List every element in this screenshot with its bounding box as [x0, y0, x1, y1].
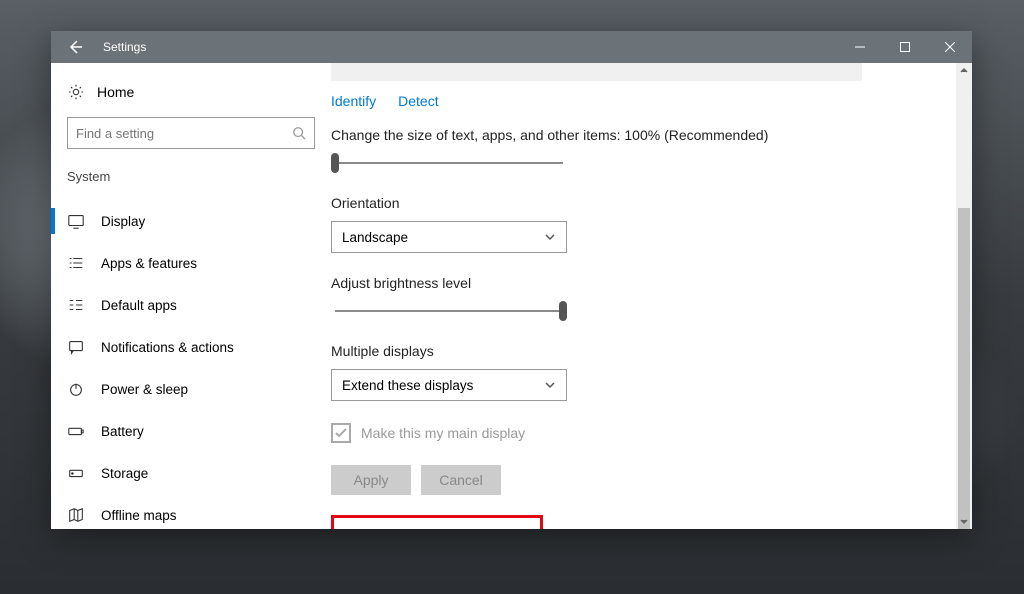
display-preview[interactable]: [331, 63, 862, 81]
cancel-button: Cancel: [421, 465, 501, 495]
multidisplay-value: Extend these displays: [342, 378, 473, 393]
storage-icon: [67, 464, 85, 482]
close-icon: [945, 42, 955, 52]
search-icon: [292, 126, 306, 140]
content-scrollbar[interactable]: [956, 63, 972, 529]
close-button[interactable]: [927, 31, 972, 63]
battery-icon: [67, 422, 85, 440]
map-icon: [67, 506, 85, 524]
sidebar-item-label: Display: [101, 214, 145, 229]
sidebar-item-storage[interactable]: Storage: [51, 452, 331, 494]
maximize-icon: [900, 42, 910, 52]
home-button[interactable]: Home: [51, 63, 331, 117]
titlebar: Settings: [51, 31, 972, 63]
scrollbar-thumb[interactable]: [958, 208, 970, 529]
chevron-up-icon: [960, 67, 968, 75]
multidisplay-select[interactable]: Extend these displays: [331, 369, 567, 401]
scroll-down-button[interactable]: [956, 513, 972, 529]
display-icon: [67, 212, 85, 230]
orientation-select[interactable]: Landscape: [331, 221, 567, 253]
orientation-label: Orientation: [331, 195, 952, 211]
orientation-value: Landscape: [342, 230, 408, 245]
sidebar-item-label: Apps & features: [101, 256, 197, 271]
window-controls: [837, 31, 972, 63]
settings-window: Settings Home Sys: [51, 31, 972, 529]
chat-icon: [67, 338, 85, 356]
slider-thumb-icon[interactable]: [559, 301, 567, 321]
sidebar-item-display[interactable]: Display: [51, 200, 331, 242]
slider-thumb-icon[interactable]: [331, 153, 339, 173]
power-icon: [67, 380, 85, 398]
sidebar-item-label: Power & sleep: [101, 382, 188, 397]
sidebar-item-battery[interactable]: Battery: [51, 410, 331, 452]
main-display-checkbox-row: Make this my main display: [331, 423, 952, 443]
window-body: Home System Display Apps & features Defa…: [51, 63, 972, 529]
scroll-up-button[interactable]: [956, 63, 972, 79]
scale-label: Change the size of text, apps, and other…: [331, 127, 952, 143]
identify-detect-row: Identify Detect: [331, 81, 952, 127]
search-box[interactable]: [67, 117, 315, 149]
check-icon: [334, 426, 348, 440]
main-display-label: Make this my main display: [361, 425, 525, 441]
main-display-checkbox: [331, 423, 351, 443]
chevron-down-icon: [544, 231, 556, 243]
window-title: Settings: [99, 40, 837, 54]
search-input[interactable]: [76, 126, 286, 141]
sidebar-item-notifications[interactable]: Notifications & actions: [51, 326, 331, 368]
sidebar-item-label: Default apps: [101, 298, 177, 313]
chevron-down-icon: [960, 517, 968, 525]
home-label: Home: [97, 84, 134, 100]
sidebar-item-label: Notifications & actions: [101, 340, 234, 355]
detect-link[interactable]: Detect: [398, 93, 438, 109]
multidisplay-label: Multiple displays: [331, 343, 952, 359]
apply-button: Apply: [331, 465, 411, 495]
chevron-down-icon: [544, 379, 556, 391]
back-button[interactable]: [51, 31, 99, 63]
sidebar-item-label: Storage: [101, 466, 148, 481]
sidebar-item-apps-features[interactable]: Apps & features: [51, 242, 331, 284]
arrow-left-icon: [67, 39, 83, 55]
sidebar: Home System Display Apps & features Defa…: [51, 63, 331, 529]
minimize-button[interactable]: [837, 31, 882, 63]
gear-icon: [67, 83, 85, 101]
brightness-slider[interactable]: [331, 301, 567, 321]
sidebar-item-label: Battery: [101, 424, 144, 439]
content-pane: Identify Detect Change the size of text,…: [331, 63, 972, 529]
apply-cancel-row: Apply Cancel: [331, 465, 952, 495]
scale-slider[interactable]: [331, 153, 567, 173]
sidebar-item-label: Offline maps: [101, 508, 177, 523]
sidebar-item-offline-maps[interactable]: Offline maps: [51, 494, 331, 529]
advanced-highlight: Advanced display settings: [331, 515, 543, 529]
list-icon: [67, 254, 85, 272]
section-label: System: [51, 165, 331, 200]
brightness-label: Adjust brightness level: [331, 275, 952, 291]
minimize-icon: [855, 42, 865, 52]
identify-link[interactable]: Identify: [331, 93, 376, 109]
defaults-icon: [67, 296, 85, 314]
sidebar-item-power-sleep[interactable]: Power & sleep: [51, 368, 331, 410]
sidebar-item-default-apps[interactable]: Default apps: [51, 284, 331, 326]
maximize-button[interactable]: [882, 31, 927, 63]
